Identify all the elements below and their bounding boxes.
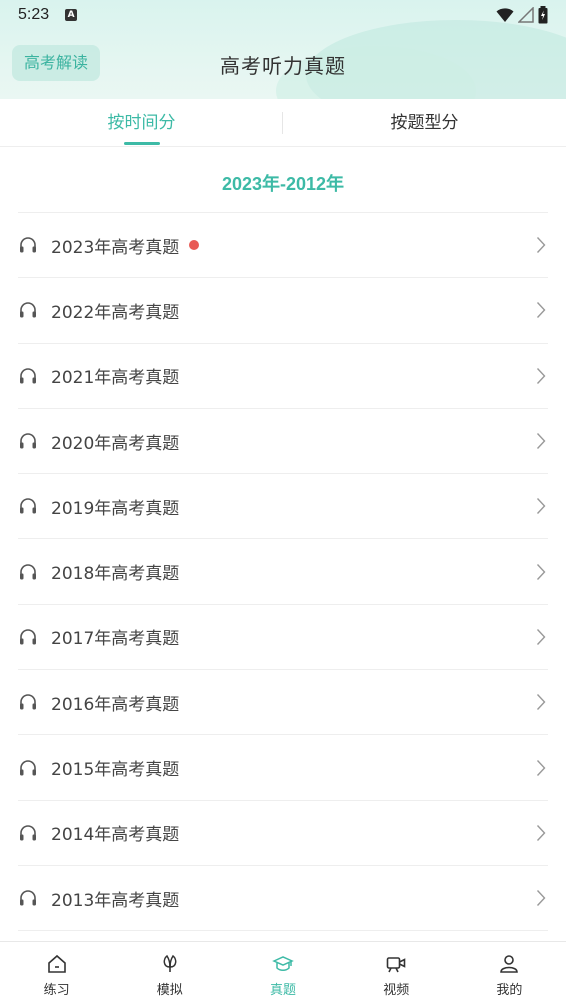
unread-dot bbox=[189, 240, 200, 251]
wifi-icon bbox=[496, 8, 514, 22]
video-camera-icon bbox=[386, 957, 406, 973]
headphones-icon bbox=[18, 562, 38, 582]
list-item[interactable]: 2016年高考真题 bbox=[18, 670, 548, 736]
nav-item-label: 练习 bbox=[43, 983, 70, 998]
chevron-right-icon bbox=[536, 367, 546, 385]
list-item[interactable]: 2015年高考真题 bbox=[18, 735, 548, 801]
nav-item-user[interactable]: 我的 bbox=[453, 942, 566, 1008]
chevron-right-icon bbox=[536, 628, 546, 646]
page-title: 高考听力真题 bbox=[220, 54, 346, 78]
nav-item-graduation-cap[interactable]: 真题 bbox=[226, 942, 339, 1008]
status-icons bbox=[496, 6, 548, 24]
headphones-icon bbox=[18, 235, 38, 255]
notification-icon: A bbox=[65, 9, 78, 21]
nav-item-label: 真题 bbox=[270, 983, 297, 998]
list-item-label: 2016年高考真题 bbox=[51, 694, 180, 715]
headphones-icon bbox=[18, 366, 38, 386]
chevron-right-icon bbox=[536, 236, 546, 254]
battery-icon bbox=[538, 6, 548, 24]
headphones-icon bbox=[18, 627, 38, 647]
list-item-label: 2018年高考真题 bbox=[51, 564, 180, 585]
chevron-right-icon bbox=[536, 693, 546, 711]
chevron-right-icon bbox=[536, 432, 546, 450]
chevron-right-icon bbox=[536, 563, 546, 581]
tab-bar: 按时间分 按题型分 bbox=[0, 99, 566, 147]
list-item-label: 2015年高考真题 bbox=[51, 760, 180, 781]
section-title: 2023年-2012年 bbox=[221, 174, 345, 194]
list-item[interactable]: 2022年高考真题 bbox=[18, 278, 548, 344]
nav-item-label: 视频 bbox=[383, 983, 410, 998]
nav-item-home[interactable]: 练习 bbox=[0, 942, 113, 1008]
headphones-icon bbox=[18, 300, 38, 320]
tab-by-time[interactable]: 按时间分 bbox=[0, 99, 283, 146]
list-item[interactable]: 2019年高考真题 bbox=[18, 474, 548, 540]
headphones-icon bbox=[18, 431, 38, 451]
cellular-signal-icon bbox=[518, 7, 534, 23]
home-icon bbox=[47, 954, 66, 973]
chevron-right-icon bbox=[536, 301, 546, 319]
list-item[interactable]: 2020年高考真题 bbox=[18, 409, 548, 475]
list-item[interactable]: 2018年高考真题 bbox=[18, 539, 548, 605]
nav-item-label: 我的 bbox=[496, 983, 523, 998]
list-item[interactable]: 2014年高考真题 bbox=[18, 801, 548, 866]
headphones-icon bbox=[18, 888, 38, 908]
tab-divider bbox=[282, 112, 283, 134]
nav-item-leaf[interactable]: 模拟 bbox=[113, 942, 226, 1008]
list-item-label: 2021年高考真题 bbox=[51, 368, 180, 389]
list-item-label: 2022年高考真题 bbox=[51, 302, 180, 323]
nav-item-label: 模拟 bbox=[156, 983, 183, 998]
nav-item-video-camera[interactable]: 视频 bbox=[340, 942, 453, 1008]
list-item-label: 2014年高考真题 bbox=[51, 825, 180, 846]
list-item-label: 2019年高考真题 bbox=[51, 498, 180, 519]
list-item[interactable]: 2017年高考真题 bbox=[18, 605, 548, 671]
chevron-right-icon bbox=[536, 889, 546, 907]
headphones-icon bbox=[18, 823, 38, 843]
list-item-label: 2023年高考真题 bbox=[51, 237, 180, 258]
headphones-icon bbox=[18, 692, 38, 712]
leaf-icon bbox=[163, 954, 177, 972]
user-icon bbox=[500, 955, 519, 973]
bottom-navigation: 练习 模拟 真题 视频 我的 bbox=[0, 941, 566, 1008]
list-item[interactable]: 2021年高考真题 bbox=[18, 344, 548, 409]
status-bar: 5:23 A bbox=[0, 0, 566, 30]
chevron-right-icon bbox=[536, 497, 546, 515]
headphones-icon bbox=[18, 496, 38, 516]
status-time: 5:23 bbox=[18, 6, 50, 23]
list-item-label: 2013年高考真题 bbox=[51, 890, 180, 911]
chevron-right-icon bbox=[536, 824, 546, 842]
graduation-cap-icon bbox=[272, 956, 294, 971]
chevron-right-icon bbox=[536, 759, 546, 777]
list-item[interactable]: 2013年高考真题 bbox=[18, 866, 548, 932]
tab-by-question-type[interactable]: 按题型分 bbox=[283, 99, 566, 146]
exam-year-list: 2023年高考真题 2022年高考真题 2021年高考真题 2020年高考真题 2019… bbox=[18, 213, 548, 932]
list-item[interactable]: 2023年高考真题 bbox=[18, 213, 548, 279]
headphones-icon bbox=[18, 758, 38, 778]
list-item-label: 2020年高考真题 bbox=[51, 433, 180, 454]
list-item-label: 2017年高考真题 bbox=[51, 629, 180, 650]
